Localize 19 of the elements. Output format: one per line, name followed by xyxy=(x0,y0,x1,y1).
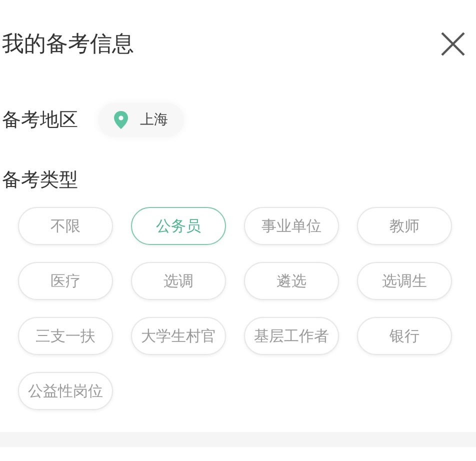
type-chip[interactable]: 大学生村官 xyxy=(131,317,226,355)
type-chip[interactable]: 银行 xyxy=(357,317,452,355)
type-chip[interactable]: 基层工作者 xyxy=(244,317,339,355)
type-chip[interactable]: 遴选 xyxy=(244,262,339,300)
type-chip[interactable]: 选调生 xyxy=(357,262,452,300)
type-chip[interactable]: 公益性岗位 xyxy=(18,372,113,410)
type-chip[interactable]: 选调 xyxy=(131,262,226,300)
type-chip[interactable]: 事业单位 xyxy=(244,207,339,245)
type-chip[interactable]: 三支一扶 xyxy=(18,317,113,355)
region-chip[interactable]: 上海 xyxy=(98,103,184,137)
type-chip[interactable]: 公务员 xyxy=(131,207,226,245)
region-label: 备考地区 xyxy=(2,108,78,133)
page-title: 我的备考信息 xyxy=(2,31,134,59)
type-label: 备考类型 xyxy=(1,168,79,193)
type-chip[interactable]: 医疗 xyxy=(18,262,113,300)
type-chip[interactable]: 不限 xyxy=(18,207,113,245)
type-chip[interactable]: 教师 xyxy=(357,207,452,245)
close-icon[interactable] xyxy=(440,31,466,57)
location-pin-icon xyxy=(114,111,128,129)
